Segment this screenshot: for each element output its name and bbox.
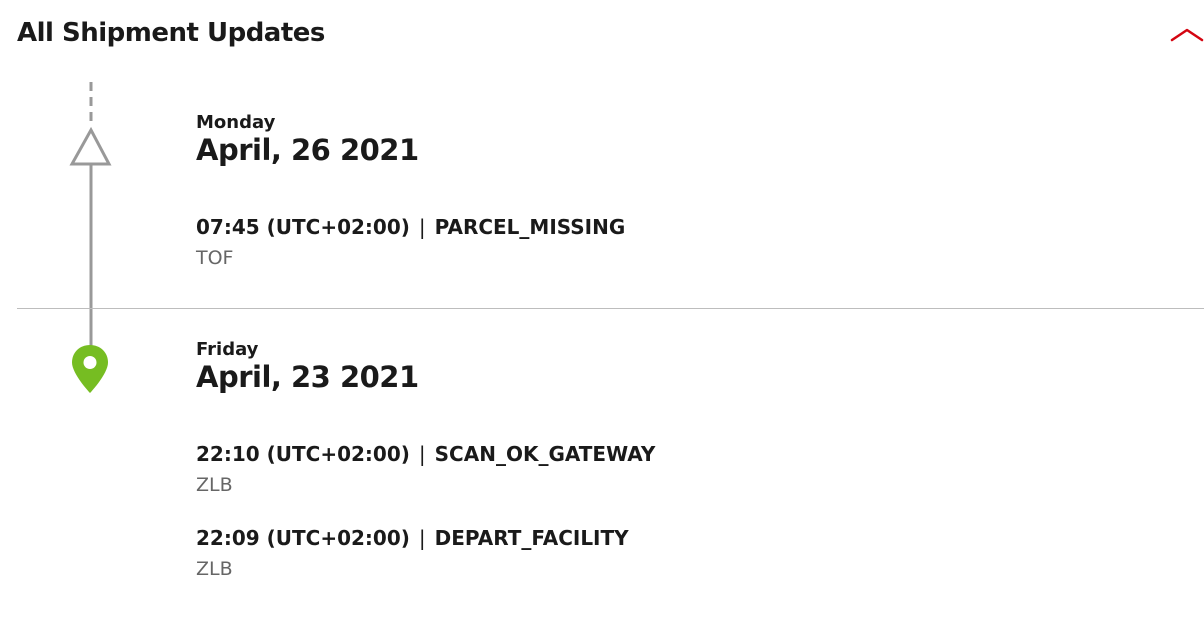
event-status: PARCEL_MISSING	[434, 215, 626, 239]
chevron-up-icon	[1170, 28, 1204, 42]
event-time: 22:09 (UTC+02:00)	[196, 526, 410, 550]
event-time: 22:10 (UTC+02:00)	[196, 442, 410, 466]
event-time: 07:45 (UTC+02:00)	[196, 215, 410, 239]
event-separator: |	[418, 215, 426, 239]
shipment-updates-header: All Shipment Updates	[17, 14, 1204, 58]
timeline-track	[69, 82, 112, 393]
event-location: TOF	[196, 247, 234, 269]
event-location: ZLB	[196, 558, 233, 580]
event-line: 07:45 (UTC+02:00) | PARCEL_MISSING	[196, 214, 996, 240]
shipment-event: 07:45 (UTC+02:00) | PARCEL_MISSING TOF	[196, 214, 996, 271]
day-name: Monday	[196, 112, 276, 133]
event-separator: |	[418, 526, 426, 550]
shipment-event: 22:10 (UTC+02:00) | SCAN_OK_GATEWAY ZLB	[196, 441, 996, 498]
event-separator: |	[418, 442, 426, 466]
map-pin-icon	[72, 345, 108, 393]
date-heading: April, 26 2021	[196, 133, 419, 167]
event-status: DEPART_FACILITY	[434, 526, 629, 550]
day-group: Friday April, 23 2021 22:10 (UTC+02:00) |…	[196, 339, 1096, 580]
collapse-button[interactable]	[1170, 24, 1204, 46]
page-title: All Shipment Updates	[17, 18, 325, 48]
day-name: Friday	[196, 339, 259, 360]
event-status: SCAN_OK_GATEWAY	[434, 442, 656, 466]
day-group: Monday April, 26 2021 07:45 (UTC+02:00) |…	[196, 112, 1096, 269]
event-line: 22:10 (UTC+02:00) | SCAN_OK_GATEWAY	[196, 441, 996, 467]
event-line: 22:09 (UTC+02:00) | DEPART_FACILITY	[196, 525, 996, 551]
date-heading: April, 23 2021	[196, 360, 419, 394]
day-divider	[17, 308, 1204, 309]
event-location: ZLB	[196, 474, 233, 496]
triangle-outline-icon	[69, 126, 112, 166]
shipment-event: 22:09 (UTC+02:00) | DEPART_FACILITY ZLB	[196, 525, 996, 582]
